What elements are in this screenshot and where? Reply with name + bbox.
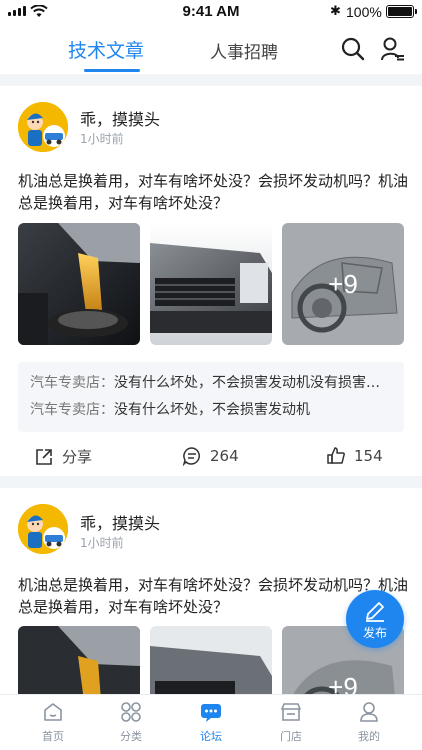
tab-recruitment[interactable]: 人事招聘 — [210, 38, 278, 63]
home-icon — [44, 703, 62, 721]
status-bar: 9:41 AM ✱ 100% — [0, 0, 422, 24]
post-text[interactable]: 机油总是换着用，对车有啥坏处没？会损坏发动机吗？机油总是换着用，对车有啥坏处没？ — [18, 170, 408, 214]
tab-label: 我的 — [358, 730, 380, 743]
tab-profile[interactable]: 我的 — [339, 701, 399, 744]
top-navigation: 技术文章 人事招聘 — [0, 24, 422, 74]
post-time: 1小时前 — [80, 536, 124, 550]
tab-category[interactable]: 分类 — [101, 701, 161, 744]
post-card[interactable]: 乖，摸摸头 1小时前 机油总是换着用，对车有啥坏处没？会损坏发动机吗？机油总是换… — [0, 86, 422, 476]
comment-preview[interactable]: 汽车专卖店：没有什么坏处，不会损害发动机没有损害发动机 汽车专卖店：没有什么坏处… — [18, 362, 404, 432]
comment-line: 汽车专卖店：没有什么坏处，不会损害发动机 — [30, 397, 392, 424]
battery-icon — [386, 5, 417, 18]
post-image-oil[interactable] — [18, 626, 140, 694]
comment-count: 264 — [210, 447, 239, 465]
tab-home[interactable]: 首页 — [23, 701, 83, 744]
section-divider — [0, 476, 422, 488]
publish-button[interactable]: 发布 — [346, 590, 404, 648]
post-image-oil[interactable] — [18, 223, 140, 345]
forum-icon — [201, 704, 221, 722]
like-count: 154 — [354, 447, 383, 465]
tab-forum[interactable]: 论坛 — [181, 701, 241, 744]
comment-text: 没有什么坏处，不会损害发动机没有损害发动机 — [114, 375, 392, 391]
comment-text: 没有什么坏处，不会损害发动机 — [114, 402, 310, 418]
tab-tech-articles[interactable]: 技术文章 — [68, 36, 144, 63]
profile-icon — [360, 702, 378, 722]
post-images: +9 — [18, 223, 404, 345]
store-icon — [281, 703, 301, 721]
active-tab-indicator — [84, 69, 140, 72]
avatar[interactable] — [18, 504, 68, 554]
comment-button[interactable]: 264 — [182, 446, 239, 466]
post-image-car[interactable] — [150, 223, 272, 345]
more-images-count[interactable]: +9 — [282, 223, 404, 345]
battery-percent: 100% — [346, 4, 382, 20]
thumbs-up-icon — [327, 447, 345, 464]
bluetooth-icon: ✱ — [330, 4, 341, 19]
tab-store[interactable]: 门店 — [261, 701, 321, 744]
post-image-car[interactable] — [150, 626, 272, 694]
search-icon[interactable] — [340, 36, 366, 62]
tab-label: 分类 — [120, 730, 142, 743]
edit-icon — [366, 602, 384, 622]
author-name[interactable]: 乖，摸摸头 — [80, 510, 160, 534]
user-menu-icon[interactable] — [380, 36, 406, 62]
section-divider — [0, 74, 422, 86]
category-icon — [121, 702, 141, 722]
tab-label: 首页 — [42, 730, 64, 743]
post-image-chassis[interactable]: +9 — [282, 223, 404, 345]
comment-author: 汽车专卖店： — [30, 402, 114, 418]
author-name[interactable]: 乖，摸摸头 — [80, 106, 160, 130]
like-button[interactable]: 154 — [326, 446, 383, 466]
post-card[interactable]: 乖，摸摸头 1小时前 机油总是换着用，对车有啥坏处没？会损坏发动机吗？机油总是换… — [0, 488, 422, 694]
post-time: 1小时前 — [80, 132, 124, 146]
share-button[interactable]: 分享 — [34, 446, 92, 467]
tab-label: 门店 — [280, 730, 302, 743]
bottom-tab-bar: 首页 分类 论坛 门店 我的 — [0, 694, 422, 750]
comment-line: 汽车专卖店：没有什么坏处，不会损害发动机没有损害发动机 — [30, 370, 392, 397]
post-actions: 分享 264 154 — [0, 438, 422, 478]
comment-author: 汽车专卖店： — [30, 375, 114, 391]
tab-label: 论坛 — [200, 730, 222, 743]
share-label: 分享 — [62, 448, 93, 466]
comment-icon — [182, 447, 200, 466]
avatar[interactable] — [18, 102, 68, 152]
share-icon — [36, 448, 52, 465]
publish-label: 发布 — [362, 626, 387, 640]
